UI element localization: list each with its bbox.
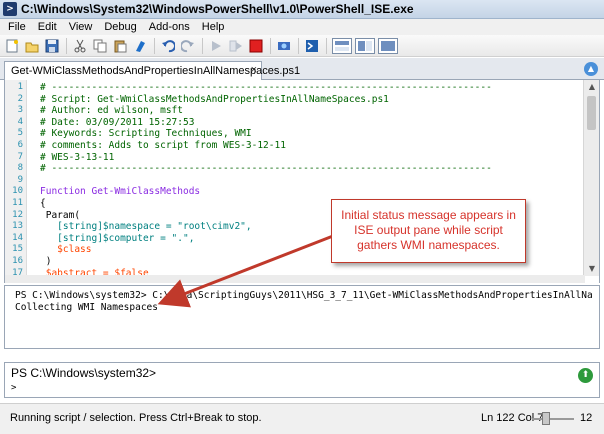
command-pane[interactable]: PS C:\Windows\system32> > ⬆ [4,362,600,398]
toolbar-separator [202,37,203,54]
annotation-callout: Initial status message appears in ISE ou… [331,199,526,263]
line-number: 14 [12,232,23,243]
run-icon[interactable] [208,38,224,54]
command-input[interactable]: > [11,383,16,393]
code-line: # Keywords: Scripting Techniques, WMI [40,128,252,140]
scroll-up-icon[interactable]: ▲ [584,80,599,94]
line-number: 1 [17,82,23,92]
line-number: 13 [12,221,23,232]
undo-icon[interactable] [160,38,176,54]
menu-file[interactable]: File [2,21,32,33]
code-line: ) [40,256,52,267]
code-line: # --------------------------------------… [40,82,492,93]
output-line: Collecting WMI Namespaces [15,302,158,313]
save-icon[interactable] [44,38,60,54]
run-selection-icon[interactable] [228,38,244,54]
line-number: 12 [12,209,23,220]
line-number: 3 [17,105,23,116]
scroll-down-icon[interactable]: ▼ [584,262,599,276]
layout-max-icon[interactable] [378,37,398,54]
toolbar-separator [270,37,271,54]
status-bar: Running script / selection. Press Ctrl+B… [0,403,604,434]
code-line: [string]$computer = ".", [40,232,195,244]
code-line: { [40,198,46,209]
line-number: 8 [17,163,23,174]
line-number: 11 [12,198,23,208]
line-number: 2 [17,93,23,104]
output-line: PS C:\Windows\system32> C:\data\Scriptin… [15,290,593,301]
code-line: Function Get-WmiClassMethods [40,186,201,198]
powershell-app-icon: > [3,2,17,16]
stop-icon[interactable] [248,38,264,54]
line-number: 10 [12,186,23,197]
menu-help[interactable]: Help [196,21,231,33]
menu-edit[interactable]: Edit [32,21,63,33]
code-line: # Date: 03/09/2011 15:27:53 [40,116,195,128]
editor-horizontal-scrollbar[interactable] [5,275,585,283]
close-tab-icon[interactable]: × [251,64,257,76]
copy-icon[interactable] [92,38,108,54]
redo-icon[interactable] [180,38,196,54]
code-line: Param( [40,209,81,221]
code-line: # WES-3-13-11 [40,151,115,163]
status-message: Running script / selection. Press Ctrl+B… [10,412,262,424]
output-pane[interactable]: PS C:\Windows\system32> C:\data\Scriptin… [4,285,600,349]
line-number: 6 [17,140,23,150]
line-number: 5 [17,128,23,139]
run-command-icon[interactable]: ⬆ [578,368,593,383]
line-number: 4 [17,116,23,127]
paste-icon[interactable] [112,38,128,54]
toolbar [0,35,604,57]
new-icon[interactable] [4,38,20,54]
code-line: # Author: ed wilson, msft [40,105,183,117]
menu-add-ons[interactable]: Add-ons [143,21,196,33]
window-title: C:\Windows\System32\WindowsPowerShell\v1… [21,2,414,16]
menu-debug[interactable]: Debug [98,21,142,33]
toolbar-separator [66,37,67,54]
line-number: 9 [17,174,23,185]
line-number: 15 [12,244,23,255]
toolbar-separator [154,37,155,54]
tab-scroll-icon[interactable]: ▲ [584,62,598,76]
open-icon[interactable] [24,38,40,54]
toolbar-separator [326,37,327,54]
scroll-thumb[interactable] [587,96,596,130]
code-line: # comments: Adds to script from WES-3-12… [40,140,286,151]
cut-icon[interactable] [72,38,88,54]
layout-right-icon[interactable] [355,37,375,54]
remote-icon[interactable] [276,38,292,54]
layout-top-icon[interactable] [332,37,352,54]
zoom-level: 12 [580,412,593,424]
toolbar-separator [298,37,299,54]
title-bar: > C:\Windows\System32\WindowsPowerShell\… [0,0,604,19]
code-line: # --------------------------------------… [40,163,492,175]
line-number: 16 [12,256,23,266]
clear-icon[interactable] [132,38,148,54]
zoom-slider-track[interactable] [532,418,574,420]
editor-vertical-scrollbar[interactable]: ▲ ▼ [583,80,599,276]
menu-bar: File Edit View Debug Add-ons Help [0,19,604,35]
powershell-icon[interactable] [304,38,320,54]
menu-view[interactable]: View [63,21,99,33]
code-line: [string]$namespace = "root\cimv2", [40,221,252,233]
code-line: $class [40,244,92,256]
code-line: # Script: Get-WmiClassMethodsAndProperti… [40,93,389,105]
zoom-slider-thumb[interactable] [542,412,550,425]
command-prompt: PS C:\Windows\system32> [11,366,157,380]
script-tab[interactable]: Get-WMiClassMethodsAndPropertiesInAllNam… [4,61,300,80]
line-number: 7 [17,151,23,162]
script-tab-row: Get-WMiClassMethodsAndPropertiesInAllNam… [0,58,604,80]
